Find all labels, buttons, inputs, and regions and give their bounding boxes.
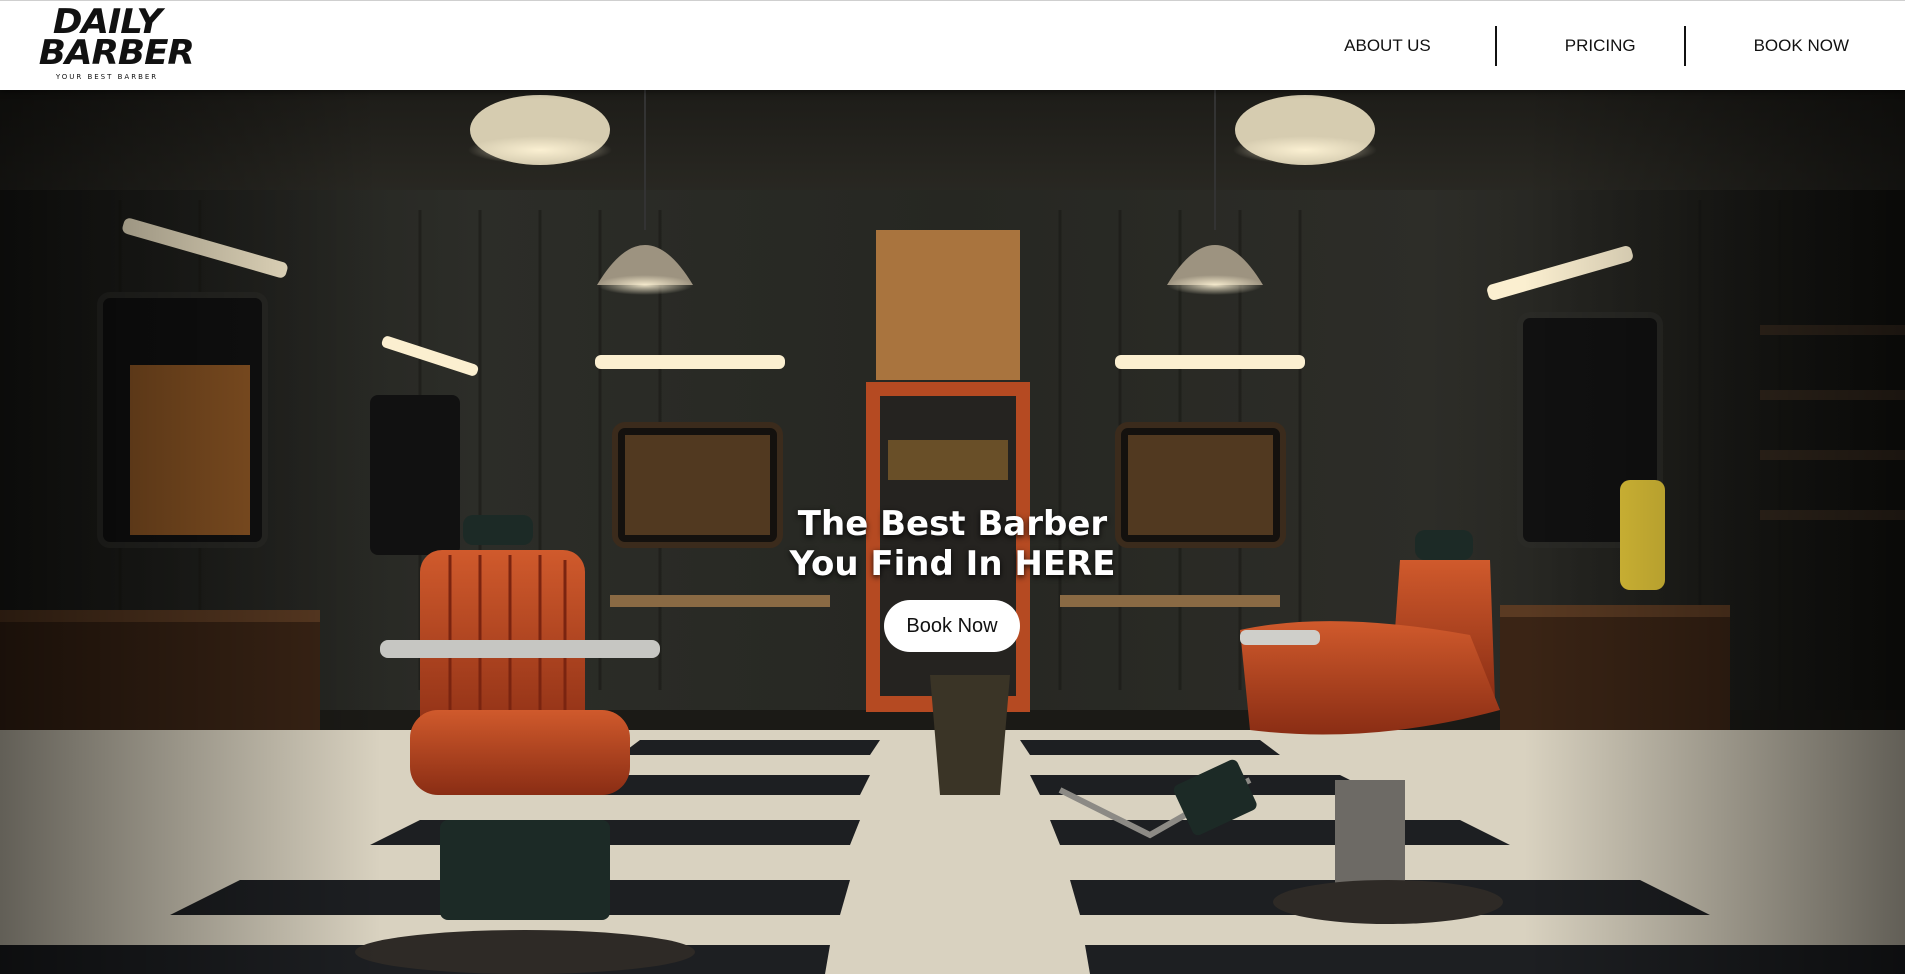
brand-logo[interactable]: DAILY BARBER YOUR BEST BARBER [39, 5, 195, 85]
hero-title-line1: The Best Barber [797, 504, 1108, 544]
main-nav: ABOUT US PRICING BOOK NOW [1306, 1, 1905, 91]
brand-name-line2: BARBER [38, 33, 195, 73]
brand-tagline: YOUR BEST BARBER [55, 73, 159, 81]
hero-title-line2: You Find In HERE [789, 544, 1116, 584]
nav-about-us[interactable]: ABOUT US [1306, 36, 1469, 56]
hero-section: The Best Barber You Find In HERE Book No… [0, 90, 1905, 974]
site-header: DAILY BARBER YOUR BEST BARBER ABOUT US P… [0, 0, 1905, 90]
hero-title: The Best Barber You Find In HERE [0, 504, 1905, 584]
nav-pricing[interactable]: PRICING [1497, 36, 1684, 56]
hero-book-now-button[interactable]: Book Now [884, 600, 1020, 652]
nav-book-now[interactable]: BOOK NOW [1686, 36, 1905, 56]
